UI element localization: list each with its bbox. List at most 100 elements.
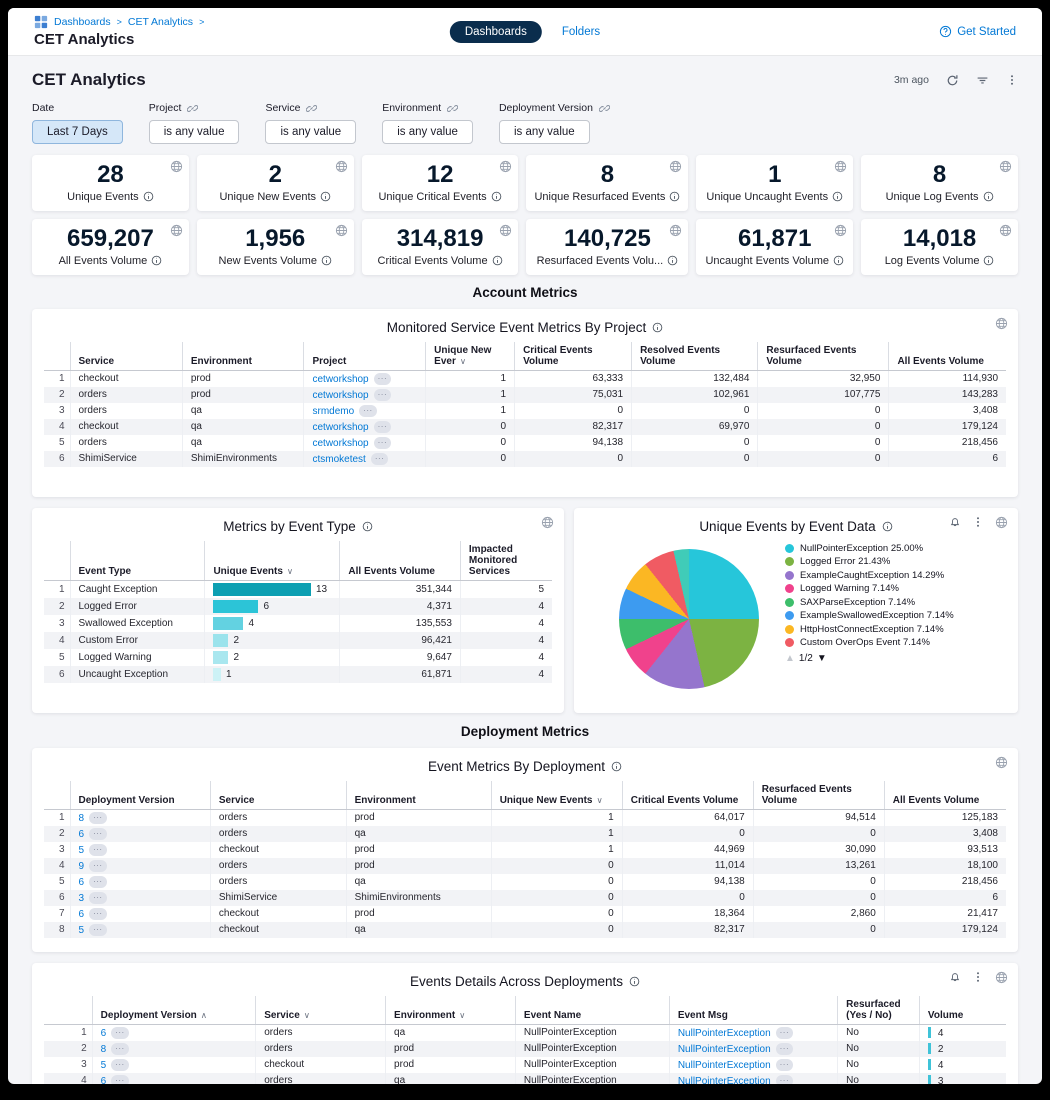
cell-link[interactable]: 6: [101, 1028, 107, 1039]
cell-link[interactable]: 3: [79, 893, 85, 904]
table-row[interactable]: 16···ordersqaNullPointerExceptionNullPoi…: [44, 1024, 1006, 1041]
table-row[interactable]: 2ordersprodcetworkshop···175,031102,9611…: [44, 387, 1006, 403]
cell-link[interactable]: 6: [101, 1076, 107, 1084]
info-icon[interactable]: [629, 976, 640, 987]
cell-link[interactable]: 8: [101, 1044, 107, 1055]
cell-link[interactable]: 8: [79, 813, 85, 824]
ellipsis-pill[interactable]: ···: [89, 908, 107, 920]
ellipsis-pill[interactable]: ···: [89, 860, 107, 872]
info-icon[interactable]: [882, 521, 893, 532]
info-icon[interactable]: [652, 322, 663, 333]
column-header[interactable]: Service: [70, 342, 182, 371]
column-header[interactable]: Service∨: [256, 996, 386, 1025]
ellipsis-pill[interactable]: ···: [371, 453, 389, 465]
table-row[interactable]: 63···ShimiServiceShimiEnvironments0006: [44, 890, 1006, 906]
legend-item[interactable]: Logged Warning 7.14%: [785, 583, 973, 596]
info-icon[interactable]: [983, 191, 994, 202]
table-row[interactable]: 28···ordersprodNullPointerExceptionNullP…: [44, 1041, 1006, 1057]
table-row[interactable]: 5ordersqacetworkshop···094,13800218,456: [44, 435, 1006, 451]
column-header[interactable]: All Events Volume: [340, 541, 461, 581]
filter-icon[interactable]: [976, 74, 989, 87]
table-row[interactable]: 56···ordersqa094,1380218,456: [44, 874, 1006, 890]
breadcrumb-cet-analytics[interactable]: CET Analytics: [128, 16, 193, 28]
table-row[interactable]: 2Logged Error64,3714: [44, 598, 552, 615]
globe-icon[interactable]: [999, 160, 1012, 173]
filter-chip[interactable]: Last 7 Days: [32, 120, 123, 144]
globe-icon[interactable]: [999, 224, 1012, 237]
column-header[interactable]: Event Type: [70, 541, 205, 581]
cell-link[interactable]: NullPointerException: [678, 1028, 771, 1039]
info-icon[interactable]: [491, 191, 502, 202]
globe-icon[interactable]: [541, 516, 554, 529]
globe-icon[interactable]: [499, 160, 512, 173]
ellipsis-pill[interactable]: ···: [89, 844, 107, 856]
column-header[interactable]: All Events Volume: [889, 342, 1006, 371]
info-icon[interactable]: [611, 761, 622, 772]
ellipsis-pill[interactable]: ···: [89, 924, 107, 936]
ellipsis-pill[interactable]: ···: [111, 1075, 129, 1084]
ellipsis-pill[interactable]: ···: [776, 1027, 794, 1039]
cell-link[interactable]: 9: [79, 861, 85, 872]
column-header[interactable]: Unique Events∨: [205, 541, 340, 581]
column-header[interactable]: Critical Events Volume: [622, 781, 753, 810]
cell-link[interactable]: 6: [79, 909, 85, 920]
table-row[interactable]: 4Custom Error296,4214: [44, 632, 552, 649]
column-header[interactable]: Unique New Events∨: [491, 781, 622, 810]
ellipsis-pill[interactable]: ···: [776, 1043, 794, 1055]
column-header[interactable]: Deployment Version: [70, 781, 210, 810]
table-row[interactable]: 76···checkoutprod018,3642,86021,417: [44, 906, 1006, 922]
globe-icon[interactable]: [170, 160, 183, 173]
table-row[interactable]: 85···checkoutqa082,3170179,124: [44, 922, 1006, 938]
info-icon[interactable]: [832, 191, 843, 202]
filter-chip[interactable]: is any value: [499, 120, 590, 144]
info-icon[interactable]: [669, 191, 680, 202]
globe-icon[interactable]: [834, 224, 847, 237]
globe-icon[interactable]: [499, 224, 512, 237]
table-row[interactable]: 1checkoutprodcetworkshop···163,333132,48…: [44, 370, 1006, 387]
globe-icon[interactable]: [170, 224, 183, 237]
column-header[interactable]: All Events Volume: [884, 781, 1006, 810]
table-row[interactable]: 6ShimiServiceShimiEnvironmentsctsmoketes…: [44, 451, 1006, 467]
info-icon[interactable]: [151, 255, 162, 266]
globe-icon[interactable]: [995, 317, 1008, 330]
cell-link[interactable]: NullPointerException: [678, 1044, 771, 1055]
cell-link[interactable]: 5: [101, 1060, 107, 1071]
ellipsis-pill[interactable]: ···: [111, 1043, 129, 1055]
globe-icon[interactable]: [335, 224, 348, 237]
column-header[interactable]: Deployment Version∧: [92, 996, 256, 1025]
globe-icon[interactable]: [995, 756, 1008, 769]
get-started-link[interactable]: Get Started: [939, 25, 1016, 38]
tab-dashboards[interactable]: Dashboards: [450, 21, 542, 43]
bell-icon[interactable]: [949, 516, 961, 528]
info-icon[interactable]: [983, 255, 994, 266]
ellipsis-pill[interactable]: ···: [111, 1027, 129, 1039]
cell-link[interactable]: cetworkshop: [312, 374, 368, 385]
ellipsis-pill[interactable]: ···: [776, 1059, 794, 1071]
table-row[interactable]: 1Caught Exception13351,3445: [44, 580, 552, 598]
cell-link[interactable]: NullPointerException: [678, 1060, 771, 1071]
info-icon[interactable]: [492, 255, 503, 266]
cell-link[interactable]: 5: [79, 925, 85, 936]
ellipsis-pill[interactable]: ···: [89, 812, 107, 824]
info-icon[interactable]: [320, 191, 331, 202]
cell-link[interactable]: srmdemo: [312, 406, 354, 417]
cell-link[interactable]: cetworkshop: [312, 422, 368, 433]
table-row[interactable]: 18···ordersprod164,01794,514125,183: [44, 809, 1006, 826]
ellipsis-pill[interactable]: ···: [89, 892, 107, 904]
column-header[interactable]: Service: [210, 781, 346, 810]
info-icon[interactable]: [143, 191, 154, 202]
column-header[interactable]: Resurfaced Events Volume: [753, 781, 884, 810]
column-header[interactable]: Event Msg: [669, 996, 837, 1025]
column-header[interactable]: Environment: [346, 781, 491, 810]
column-header[interactable]: Unique New Ever∨: [426, 342, 515, 371]
info-icon[interactable]: [362, 521, 373, 532]
column-header[interactable]: Environment∨: [386, 996, 516, 1025]
globe-icon[interactable]: [995, 971, 1008, 984]
kebab-menu-icon[interactable]: [972, 516, 984, 528]
table-row[interactable]: 6Uncaught Exception161,8714: [44, 666, 552, 683]
table-row[interactable]: 4checkoutqacetworkshop···082,31769,97001…: [44, 419, 1006, 435]
ellipsis-pill[interactable]: ···: [111, 1059, 129, 1071]
refresh-icon[interactable]: [946, 74, 959, 87]
ellipsis-pill[interactable]: ···: [374, 421, 392, 433]
legend-item[interactable]: HttpHostConnectException 7.14%: [785, 624, 973, 637]
